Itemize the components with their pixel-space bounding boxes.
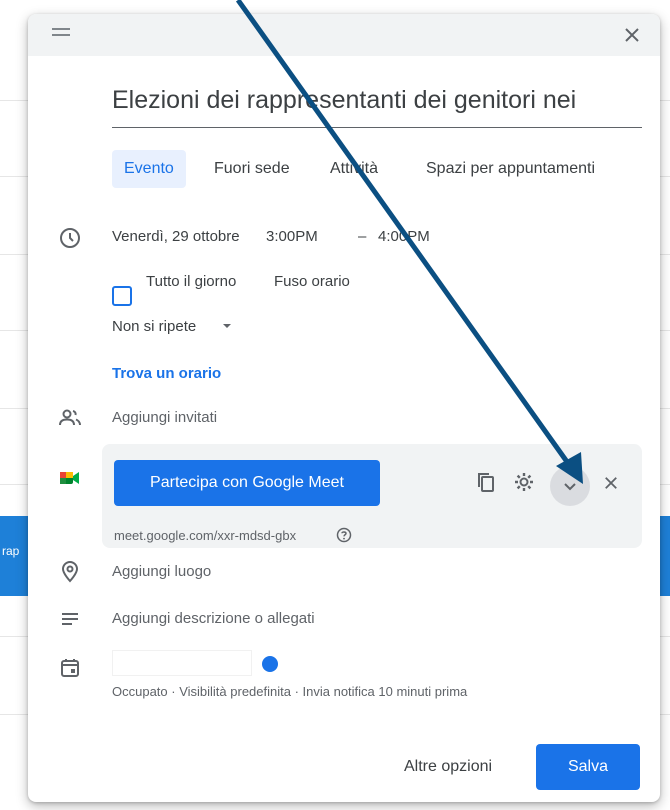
event-dialog: Evento Fuori sede Attività Spazi per app… — [28, 14, 660, 802]
all-day-label[interactable]: Tutto il giorno — [146, 273, 236, 290]
join-meet-button[interactable]: Partecipa con Google Meet — [114, 460, 380, 506]
people-icon — [59, 409, 81, 426]
clock-icon — [60, 228, 80, 248]
copy-icon[interactable] — [474, 470, 498, 494]
event-title-input[interactable] — [112, 80, 642, 128]
calendar-icon — [61, 659, 79, 677]
calendar-color-dot[interactable] — [262, 656, 278, 672]
save-button[interactable]: Salva — [536, 744, 640, 790]
calendar-details[interactable]: Occupato · Visibilità predefinita · Invi… — [112, 684, 467, 699]
description-icon — [62, 613, 78, 625]
time-separator: – — [358, 228, 367, 245]
help-icon[interactable] — [336, 527, 352, 543]
meet-link[interactable]: meet.google.com/xxr-mdsd-gbx — [114, 528, 296, 543]
dialog-topbar[interactable] — [28, 14, 660, 56]
chevron-down-icon — [564, 483, 576, 491]
gear-icon[interactable] — [512, 470, 536, 494]
google-meet-icon — [60, 472, 79, 484]
event-date[interactable]: Venerdì, 29 ottobre — [112, 228, 240, 245]
tab-fuori-sede[interactable]: Fuori sede — [202, 150, 302, 188]
tab-spazi-appuntamenti[interactable]: Spazi per appuntamenti — [414, 150, 607, 188]
dropdown-arrow-icon — [223, 324, 231, 328]
tab-attivita[interactable]: Attività — [318, 150, 390, 188]
expand-button[interactable] — [550, 466, 590, 506]
all-day-checkbox[interactable] — [112, 286, 132, 306]
start-time[interactable]: 3:00PM — [266, 228, 318, 245]
repeat-select-value: Non si ripete — [112, 318, 197, 335]
calendar-select[interactable] — [112, 650, 252, 676]
close-icon[interactable] — [620, 23, 644, 47]
end-time[interactable]: 4:00PM — [378, 228, 430, 245]
add-description-input[interactable]: Aggiungi descrizione o allegati — [112, 610, 315, 627]
location-icon — [61, 561, 79, 583]
more-options-button[interactable]: Altre opzioni — [404, 758, 492, 776]
find-time-link[interactable]: Trova un orario — [112, 365, 221, 382]
meet-conference-panel: Partecipa con Google Meet meet.google.co… — [102, 444, 642, 548]
add-guests-input[interactable]: Aggiungi invitati — [112, 409, 217, 426]
event-band-label: rap — [2, 544, 20, 558]
drag-handle-icon[interactable] — [52, 28, 70, 40]
add-location-input[interactable]: Aggiungi luogo — [112, 563, 211, 580]
tab-evento[interactable]: Evento — [112, 150, 186, 188]
remove-meet-icon[interactable] — [602, 474, 620, 492]
timezone-button[interactable]: Fuso orario — [274, 273, 350, 290]
